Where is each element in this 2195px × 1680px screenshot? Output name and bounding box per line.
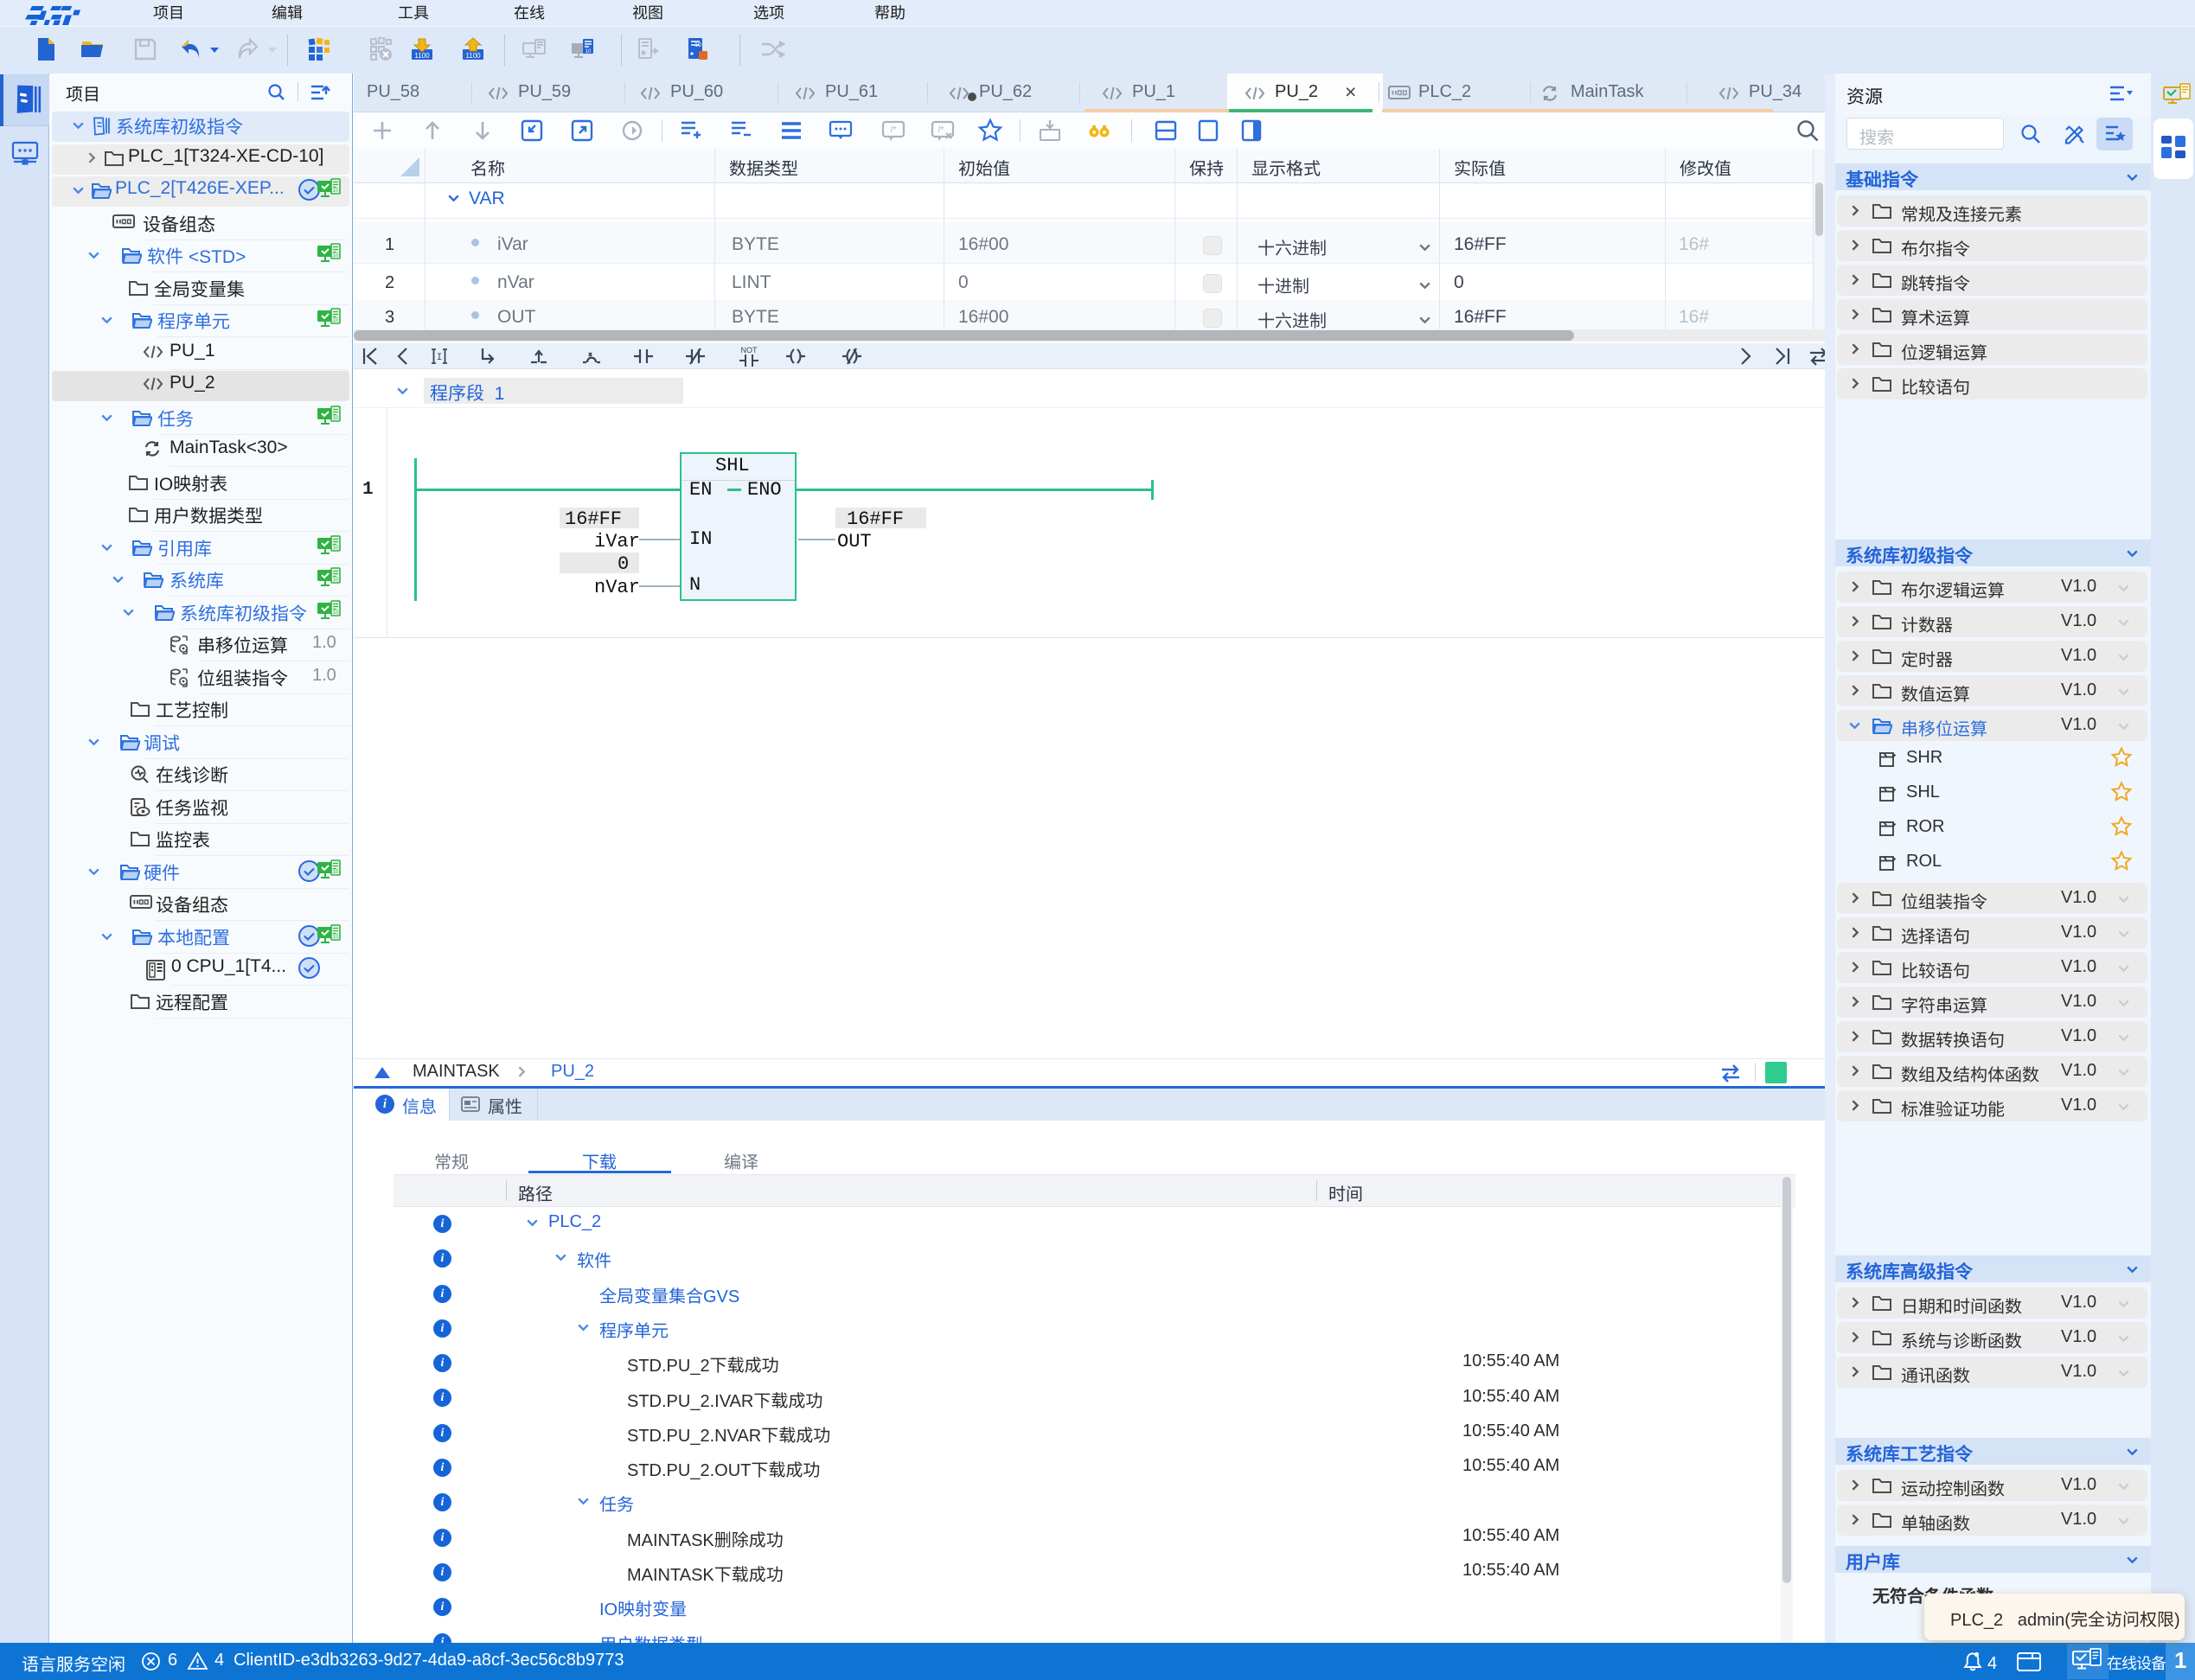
svg-text:10: 10	[333, 188, 339, 194]
svg-text:10: 10	[333, 318, 339, 323]
svg-text:10: 10	[333, 546, 339, 551]
svg-text:10: 10	[586, 49, 592, 54]
svg-text:1100: 1100	[414, 52, 430, 60]
svg-text:/*: /*	[938, 125, 944, 135]
svg-text:10: 10	[333, 870, 339, 875]
svg-text:I: I	[437, 353, 443, 363]
svg-text:NOT: NOT	[741, 346, 758, 355]
svg-text:10: 10	[694, 42, 701, 48]
svg-text:/*: /*	[891, 125, 897, 135]
svg-text:10: 10	[333, 610, 339, 616]
svg-text:10: 10	[333, 935, 339, 940]
svg-text:1100: 1100	[465, 52, 481, 60]
svg-text:10: 10	[333, 578, 339, 583]
svg-text:10: 10	[333, 253, 339, 259]
svg-text:10: 10	[333, 416, 339, 421]
